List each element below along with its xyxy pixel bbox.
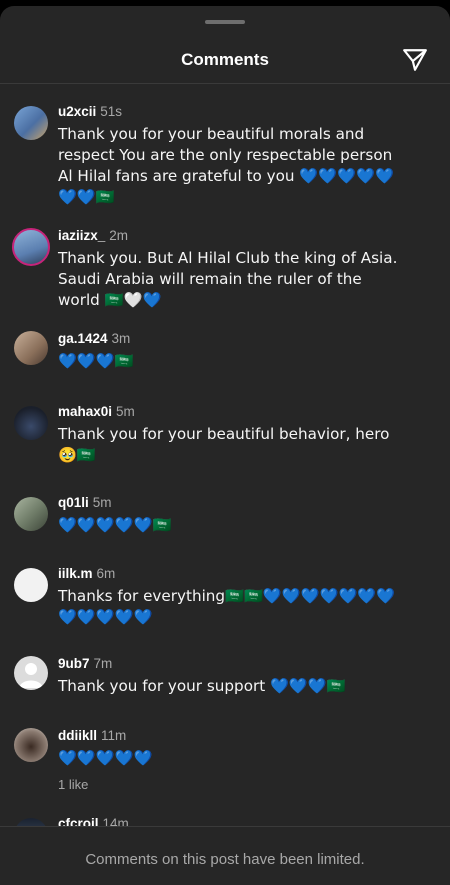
- username[interactable]: q01li: [58, 495, 89, 510]
- avatar[interactable]: [14, 728, 48, 762]
- drag-handle[interactable]: [205, 20, 245, 24]
- username[interactable]: u2xcii: [58, 104, 96, 119]
- timestamp: 6m: [96, 566, 116, 581]
- comment-text: Thank you for your beautiful behavior, h…: [58, 425, 390, 464]
- comments-sheet: Comments u2xcii 51s Thank you for your be…: [0, 6, 450, 885]
- avatar[interactable]: [12, 228, 50, 266]
- username[interactable]: mahax0i: [58, 404, 112, 419]
- comment-text: Thank you for your beautiful morals and …: [58, 125, 394, 206]
- timestamp: 5m: [116, 404, 135, 419]
- comment-text: 💙💙💙💙💙: [58, 749, 153, 767]
- avatar[interactable]: [14, 331, 48, 365]
- username[interactable]: iaziizx_: [58, 228, 105, 243]
- username[interactable]: ga.1424: [58, 331, 108, 346]
- avatar[interactable]: [14, 406, 48, 440]
- avatar[interactable]: [14, 568, 48, 602]
- page-title: Comments: [181, 50, 269, 69]
- username[interactable]: 9ub7: [58, 656, 90, 671]
- timestamp: 11m: [101, 728, 127, 743]
- comment-text: 💙💙💙🇸🇦: [58, 352, 134, 370]
- send-icon[interactable]: [402, 47, 428, 73]
- timestamp: 51s: [100, 104, 123, 119]
- comment-text: Thank you for your support 💙💙💙🇸🇦: [58, 677, 346, 695]
- comment-text: Thanks for everything🇸🇦🇸🇦💙💙💙💙💙💙💙💙💙💙💙💙: [58, 587, 396, 626]
- limited-notice: Comments on this post have been limited.: [85, 851, 365, 868]
- default-user-icon: [19, 663, 43, 688]
- comments-limited-footer: Comments on this post have been limited.: [0, 826, 450, 885]
- avatar[interactable]: [14, 106, 48, 140]
- timestamp: 7m: [93, 656, 113, 671]
- comment-text: Thank you. But Al Hilal Club the king of…: [58, 249, 398, 309]
- avatar[interactable]: [14, 656, 48, 690]
- comment-text: 💙💙💙💙💙🇸🇦: [58, 516, 172, 534]
- avatar[interactable]: [14, 497, 48, 531]
- timestamp: 5m: [92, 495, 112, 510]
- timestamp: 2m: [109, 228, 129, 243]
- username[interactable]: ddiikll: [58, 728, 97, 743]
- like-count[interactable]: 1 like: [58, 777, 88, 792]
- divider: [0, 83, 450, 84]
- username[interactable]: iilk.m: [58, 566, 93, 581]
- timestamp: 3m: [111, 331, 131, 346]
